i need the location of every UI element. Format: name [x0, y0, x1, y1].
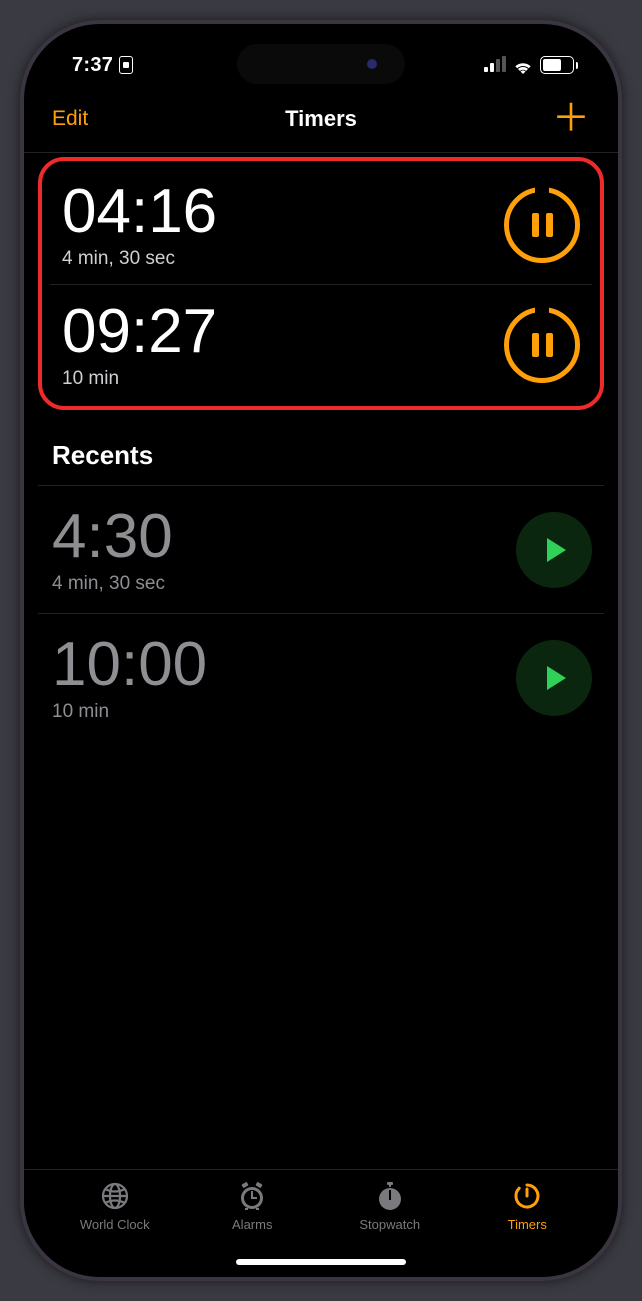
recent-duration: 4 min, 30 sec [52, 573, 516, 595]
silence-switch [20, 244, 22, 288]
recent-time: 10:00 [52, 632, 516, 697]
recent-time: 4:30 [52, 504, 516, 569]
recents-list: 4:30 4 min, 30 sec 10:00 10 min [24, 485, 618, 741]
tab-label: Alarms [232, 1217, 272, 1232]
power-key [620, 344, 622, 474]
privacy-indicator-icon [119, 56, 133, 74]
recents-title: Recents [24, 414, 618, 485]
cellular-icon [484, 58, 506, 72]
tab-label: Stopwatch [359, 1217, 420, 1232]
home-indicator[interactable] [236, 1259, 406, 1265]
timer-duration: 10 min [62, 368, 504, 390]
globe-icon [99, 1180, 131, 1212]
volume-up-key [20, 324, 22, 406]
camera-dot [367, 59, 377, 69]
status-left: 7:37 [72, 54, 133, 77]
volume-down-key [20, 424, 22, 506]
pause-icon [532, 213, 553, 237]
dynamic-island [237, 44, 405, 84]
timer-remaining: 04:16 [62, 179, 504, 244]
timer-remaining: 09:27 [62, 299, 504, 364]
nav-header: Edit Timers ＋ [24, 92, 618, 152]
pause-button[interactable] [504, 307, 580, 383]
wifi-icon [513, 58, 533, 73]
screen: 7:37 58 Edit [24, 24, 618, 1277]
add-timer-button[interactable]: ＋ [552, 100, 590, 138]
alarm-clock-icon [236, 1180, 268, 1212]
recent-timer-row[interactable]: 4:30 4 min, 30 sec [38, 485, 604, 613]
page-title: Timers [24, 106, 618, 132]
recent-timer-row[interactable]: 10:00 10 min [38, 613, 604, 741]
edit-button[interactable]: Edit [52, 107, 88, 131]
timer-duration: 4 min, 30 sec [62, 248, 504, 270]
active-timer-row[interactable]: 04:16 4 min, 30 sec [50, 165, 592, 285]
tab-label: Timers [508, 1217, 547, 1232]
status-time: 7:37 [72, 54, 113, 77]
plus-icon: ＋ [552, 98, 590, 140]
pause-button[interactable] [504, 187, 580, 263]
recent-duration: 10 min [52, 701, 516, 723]
stopwatch-icon [374, 1180, 406, 1212]
pause-icon [532, 333, 553, 357]
active-timers-highlight: 04:16 4 min, 30 sec 09:27 10 min [38, 157, 604, 410]
phone-frame: 7:37 58 Edit [20, 20, 622, 1281]
active-timer-row[interactable]: 09:27 10 min [50, 285, 592, 404]
divider [24, 152, 618, 153]
tab-world-clock[interactable]: World Clock [46, 1180, 184, 1277]
battery-percent: 58 [550, 58, 564, 72]
status-right: 58 [484, 56, 579, 74]
tab-label: World Clock [80, 1217, 150, 1232]
play-button[interactable] [516, 512, 592, 588]
tab-timers[interactable]: Timers [459, 1180, 597, 1277]
play-button[interactable] [516, 640, 592, 716]
play-icon [547, 666, 566, 690]
play-icon [547, 538, 566, 562]
battery-icon: 58 [540, 56, 579, 74]
timer-icon [511, 1180, 543, 1212]
